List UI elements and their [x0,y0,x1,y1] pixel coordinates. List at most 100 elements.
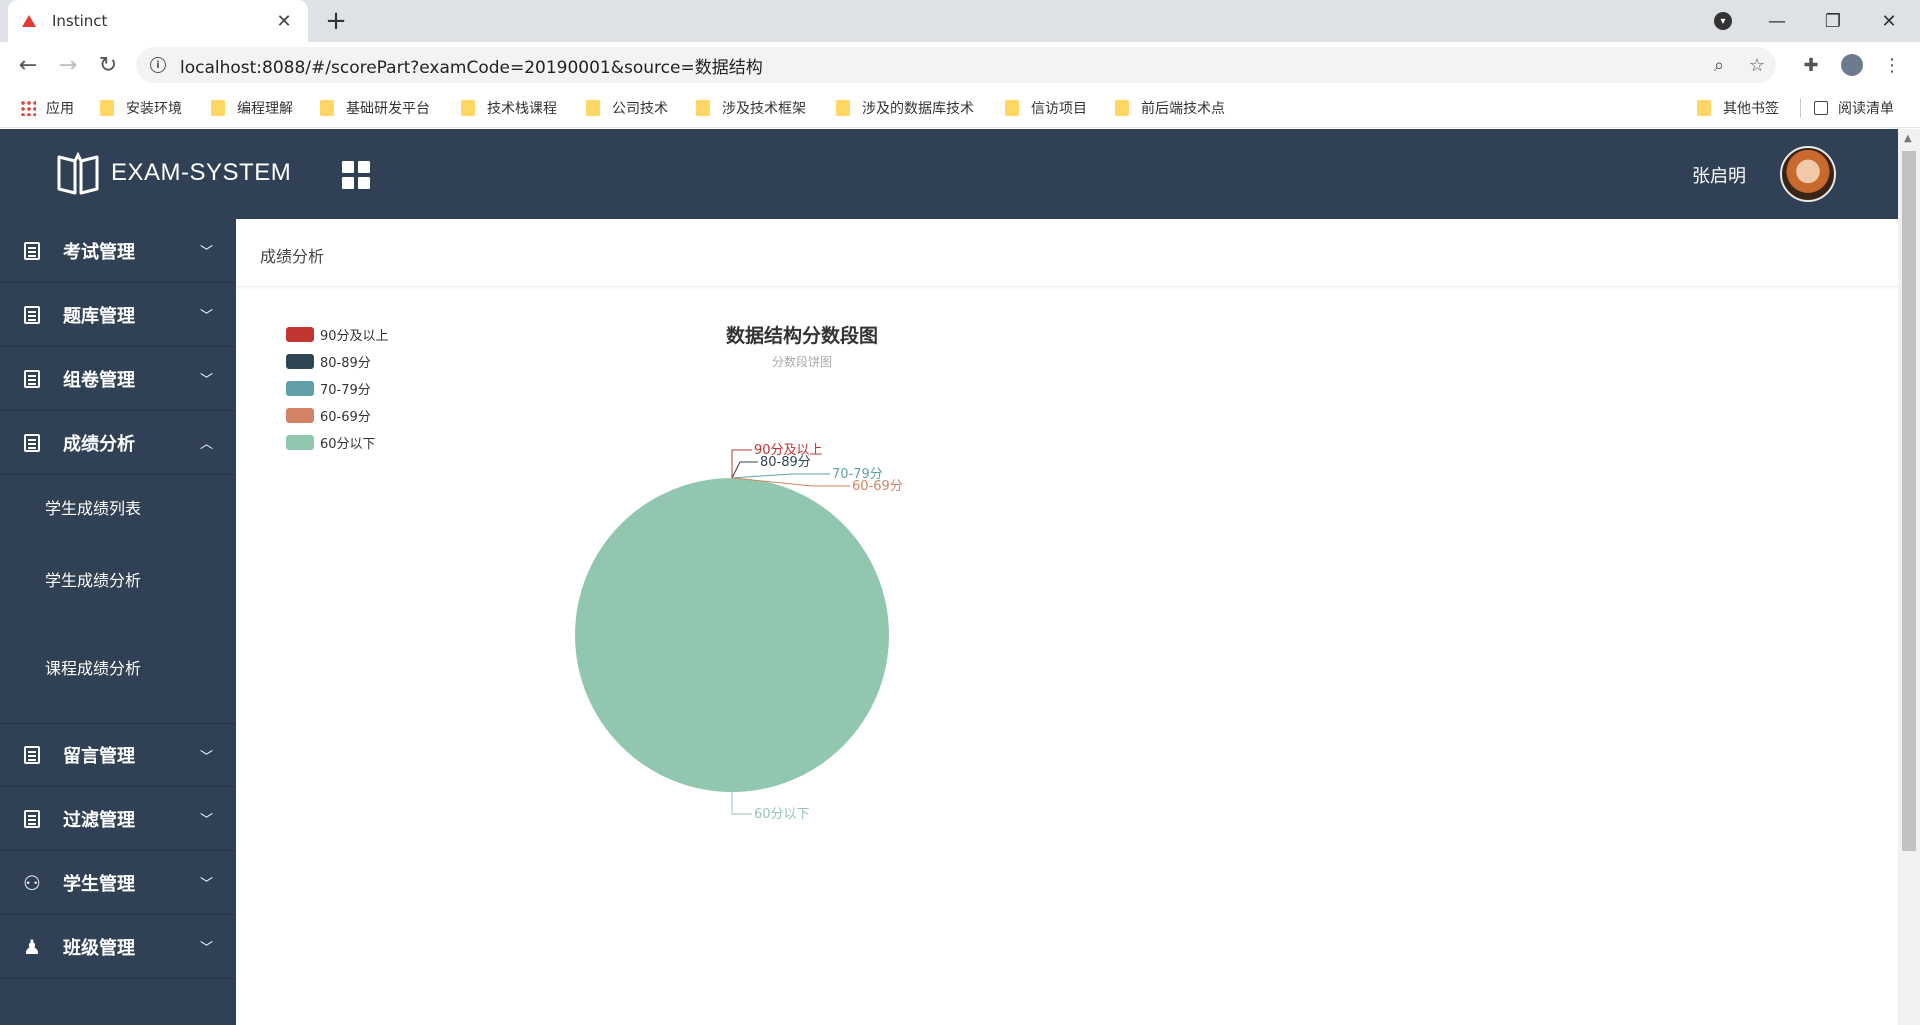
app-header: EXAM-SYSTEM 张启明 [0,129,1898,219]
pie-label: 80-89分 [760,455,811,470]
bookmark-folder[interactable]: 前后端技术点 [1115,98,1225,118]
scroll-up-icon[interactable]: ▲ [1904,133,1912,144]
bookmark-folder[interactable]: 基础研发平台 [320,98,430,118]
bookmark-folder[interactable]: 涉及的数据库技术 [836,98,974,118]
bookmarks-divider [1800,98,1801,118]
chevron-down-icon: ﹀ [200,877,214,892]
user-name[interactable]: 张启明 [1692,162,1746,188]
sidebar-subitem-student-score-analysis[interactable]: 学生成绩分析 [0,547,236,611]
browser-tab[interactable]: Instinct ✕ [8,0,308,42]
sidebar-item-label: 组卷管理 [63,369,135,391]
forward-icon[interactable]: → [54,51,82,79]
bookmark-label: 信访项目 [1031,101,1087,117]
sidebar-subitem-course-score-analysis[interactable]: 课程成绩分析 [0,635,236,699]
back-icon[interactable]: ← [14,51,42,79]
extensions-icon[interactable]: ✚ [1797,51,1825,79]
sidebar-item-filter[interactable]: 过滤管理 ﹀ [0,787,236,851]
folder-icon [320,100,334,116]
pie-svg: 90分及以上80-89分70-79分60-69分60分以下 [575,443,903,822]
bookmark-label: 编程理解 [237,101,293,117]
bookmark-label: 公司技术 [612,101,668,117]
avatar[interactable] [1780,146,1836,202]
page-scrollbar[interactable]: ▲ [1898,129,1920,1025]
bookmark-folder[interactable]: 涉及技术框架 [696,98,806,118]
bookmark-folder[interactable]: 公司技术 [586,98,668,118]
folder-icon [1005,100,1019,116]
folder-icon [586,100,600,116]
sidebar-item-message[interactable]: 留言管理 ﹀ [0,723,236,787]
scroll-thumb[interactable] [1902,151,1916,851]
sidebar-item-label: 过滤管理 [63,809,135,831]
browser-menu-icon[interactable]: ⋮ [1878,51,1906,79]
open-book-icon [57,151,99,195]
bookmark-folder[interactable]: 信访项目 [1005,98,1087,118]
bookmark-label: 阅读清单 [1838,101,1894,117]
folder-icon [211,100,225,116]
student-icon: ⚇ [23,870,41,895]
new-tab-icon[interactable]: + [322,7,350,35]
pie-label-line [731,449,752,478]
exam-list-icon [22,241,42,261]
bookmark-folder[interactable]: 安装环境 [100,98,182,118]
score-pie-chart: 90分及以上 80-89分 70-79分 60-69分 60分以下 数据结构分数段图 分… [236,219,1898,1025]
sidebar-item-exam[interactable]: 考试管理 ﹀ [0,219,236,283]
sidebar-item-score-analysis[interactable]: 成绩分析 ︿ [0,411,236,475]
tab-title: Instinct [52,12,108,30]
close-window-icon[interactable]: ✕ [1866,6,1912,36]
chevron-up-icon: ︿ [200,437,214,452]
reload-icon[interactable]: ↻ [94,51,122,79]
folder-icon [836,100,850,116]
message-icon [22,745,42,765]
reading-list[interactable]: 阅读清单 [1814,98,1894,118]
bookmark-label: 前后端技术点 [1141,101,1225,117]
restore-icon[interactable]: ❐ [1810,6,1856,36]
filter-icon [22,809,42,829]
question-bank-icon [22,305,42,325]
folder-icon [461,100,475,116]
sidebar-item-student[interactable]: ⚇ 学生管理 ﹀ [0,851,236,915]
logo[interactable]: EXAM-SYSTEM [55,151,291,195]
pie-label: 60-69分 [852,479,903,494]
pie-label-line [731,792,752,815]
minimize-icon[interactable]: — [1754,6,1800,36]
bookmark-label: 涉及技术框架 [722,101,806,117]
site-info-icon[interactable]: i [150,57,166,73]
pie-label-line [731,461,758,479]
bookmark-folder[interactable]: 技术栈课程 [461,98,557,118]
sidebar-item-label: 成绩分析 [63,433,135,455]
address-bar[interactable]: i localhost:8088/#/scorePart?examCode=20… [136,47,1776,83]
bookmark-label: 技术栈课程 [487,101,557,117]
sidebar-subitem-student-score-list[interactable]: 学生成绩列表 [0,475,236,539]
folder-icon [100,100,114,116]
sidebar-item-class[interactable]: ♟ 班级管理 ﹀ [0,915,236,979]
instinct-favicon-icon [22,15,36,27]
score-analysis-icon [22,433,42,453]
sidebar-item-question-bank[interactable]: 题库管理 ﹀ [0,283,236,347]
menu-toggle-grid-icon[interactable] [342,161,370,189]
bookmark-other[interactable]: 其他书签 [1697,98,1779,118]
tab-close-icon[interactable]: ✕ [274,11,294,32]
reading-list-icon [1814,101,1828,115]
logo-text: EXAM-SYSTEM [111,159,292,186]
tab-search-icon[interactable]: ▾ [1700,6,1746,36]
main-content: 成绩分析 90分及以上 80-89分 70-79分 60-69分 60分以下 数据结构分… [236,219,1898,1025]
sidebar-item-label: 考试管理 [63,241,135,263]
bookmark-folder[interactable]: 编程理解 [211,98,293,118]
bookmark-label: 其他书签 [1723,101,1779,117]
folder-icon [1697,100,1711,116]
url-text[interactable]: localhost:8088/#/scorePart?examCode=2019… [180,53,1700,78]
class-icon: ♟ [23,934,41,959]
chevron-down-icon: ﹀ [200,373,214,388]
sidebar-item-label: 学生管理 [63,873,135,895]
bookmark-star-icon[interactable]: ☆ [1738,55,1776,76]
sidebar-item-paper[interactable]: 组卷管理 ﹀ [0,347,236,411]
pie-slice[interactable] [575,478,889,792]
bookmark-label: 基础研发平台 [346,101,430,117]
profile-icon[interactable] [1838,51,1866,79]
zoom-icon[interactable]: ⌕ [1700,55,1738,76]
bookmark-label: 应用 [46,101,74,117]
bookmark-apps[interactable]: 应用 [20,98,74,118]
bookmark-label: 涉及的数据库技术 [862,101,974,117]
pie-label: 60分以下 [754,807,810,822]
browser-toolbar: ← → ↻ i localhost:8088/#/scorePart?examC… [0,42,1920,88]
